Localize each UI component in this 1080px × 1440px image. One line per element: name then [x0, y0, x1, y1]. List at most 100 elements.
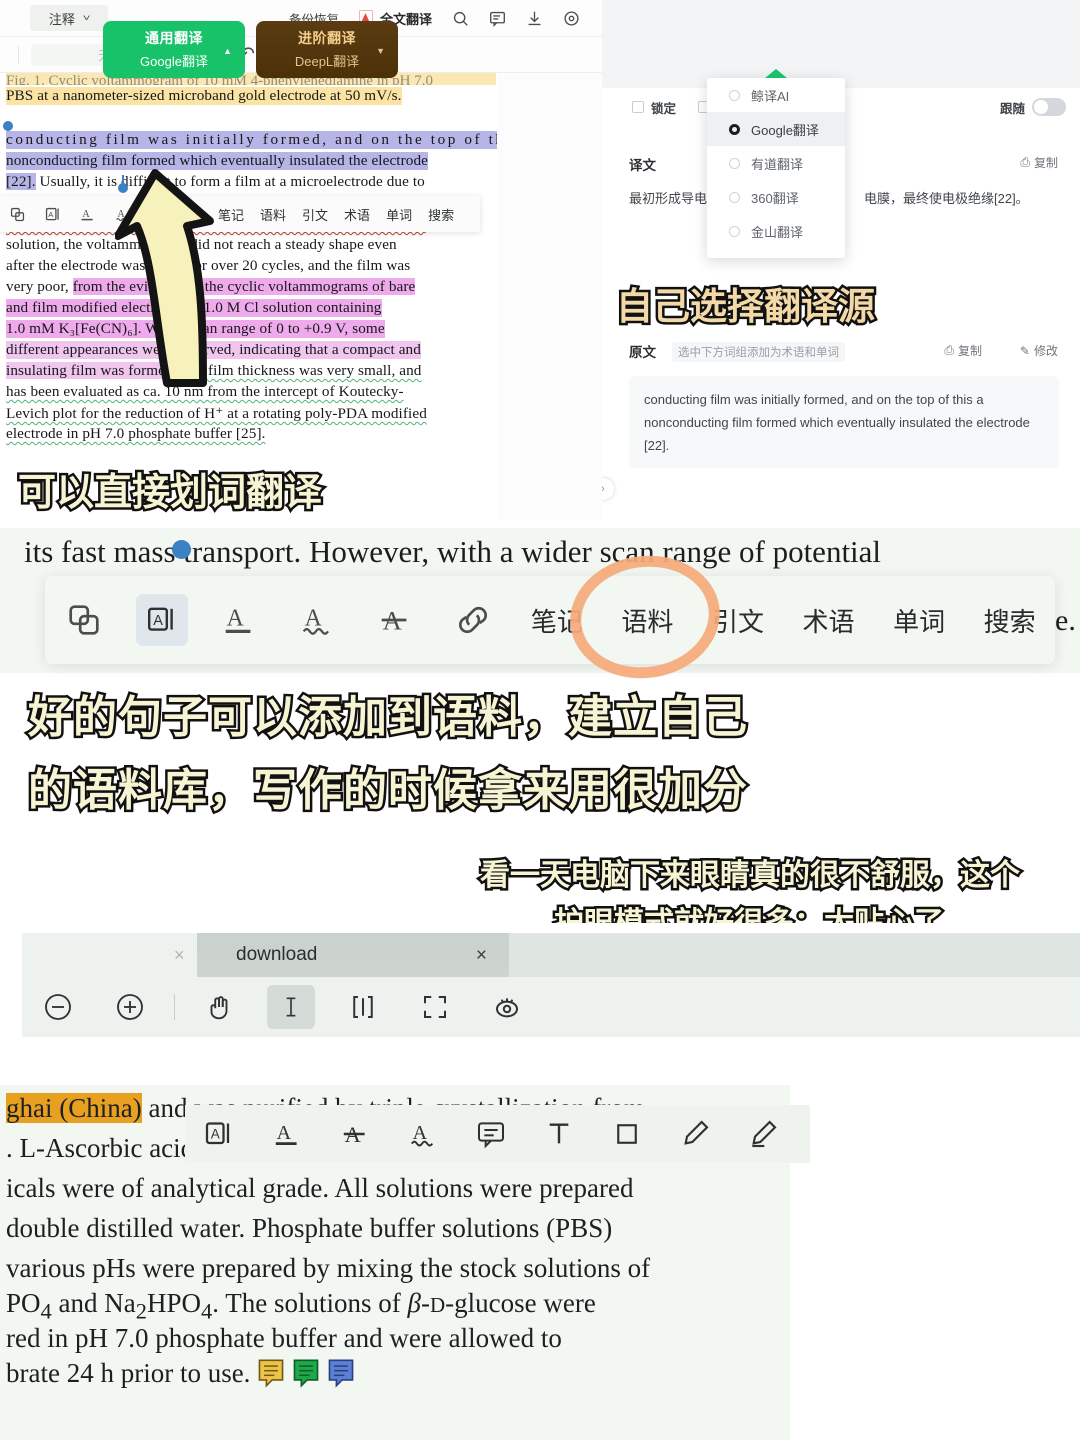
lock-checkbox[interactable] [632, 101, 644, 113]
engine-option-google[interactable]: Google翻译 [707, 112, 845, 146]
follow-label: 跟随 [999, 101, 1025, 116]
selection-label-search[interactable]: 搜索 [964, 602, 1055, 639]
selection-label-terminology[interactable]: 术语 [783, 602, 874, 639]
annotation-mode-label: 注释 [48, 11, 75, 27]
translate-icon[interactable]: A [35, 206, 70, 223]
download-icon[interactable] [526, 10, 543, 27]
close-icon[interactable]: × [476, 945, 487, 967]
follow-toggle[interactable] [1032, 98, 1066, 116]
radio-icon [729, 89, 740, 101]
settings-icon[interactable] [563, 10, 580, 27]
annotation-mode-select[interactable]: 注释 ˅ [30, 5, 108, 31]
chevron-down-icon: ▼ [376, 46, 385, 56]
close-icon[interactable]: × [174, 945, 185, 966]
comment-marker-yellow[interactable] [257, 1358, 285, 1388]
strikethrough-icon[interactable]: A [356, 601, 434, 639]
page-split-icon[interactable] [327, 992, 399, 1022]
doc-line: PBS at a nanometer-sized microband gold … [6, 87, 402, 105]
engine-option-jingyi[interactable]: 鲸译AI [707, 78, 845, 112]
doc-line: various pHs were prepared by mixing the … [6, 1253, 651, 1283]
doc-line: electrode in pH 7.0 phosphate buffer [25… [6, 425, 266, 442]
underline-icon[interactable]: A [201, 601, 279, 639]
svg-text:A: A [48, 210, 54, 219]
radio-icon [729, 225, 740, 237]
fullscreen-icon[interactable] [399, 992, 471, 1022]
source-line-1: conducting film was initially formed, an… [644, 392, 984, 407]
zoom-out-icon[interactable] [22, 991, 94, 1023]
selection-label-citation[interactable]: 引文 [294, 205, 336, 224]
engine-option-jinshan[interactable]: 金山翻译 [707, 214, 845, 248]
hand-icon[interactable] [183, 992, 255, 1022]
svg-text:A: A [227, 606, 244, 632]
selection-toolbar-top[interactable]: A A A A 笔记 语料 引文 术语 单词 搜索 [0, 196, 480, 232]
selection-label-terminology[interactable]: 术语 [336, 205, 378, 224]
caption-inline-translate: 可以直接划词翻译 [15, 468, 324, 517]
tab-title: download [236, 944, 318, 965]
selection-label-search[interactable]: 搜索 [420, 205, 462, 224]
source-text-box[interactable]: conducting film was initially formed, an… [629, 376, 1059, 468]
source-edit-button[interactable]: ✎ 修改 [1020, 342, 1058, 359]
engine-option-youdao[interactable]: 有道翻译 [707, 146, 845, 180]
source-hint[interactable]: 选中下方词组添加为术语和单词 [672, 342, 845, 362]
radio-icon [729, 191, 740, 203]
advanced-translate-button[interactable]: 进阶翻译 DeepL翻译 ▼ [256, 21, 398, 78]
copy-icon[interactable] [0, 206, 35, 223]
underline-icon[interactable]: A [70, 206, 105, 223]
wavy-underline-icon[interactable]: A [389, 1118, 457, 1150]
caption-eyecare-line1: 看一天电脑下来眼睛真的很不舒服，这个 [478, 856, 1023, 896]
selection-handle[interactable] [172, 540, 191, 559]
selection-label-word[interactable]: 单词 [874, 602, 965, 639]
strikethrough-icon[interactable]: A [321, 1118, 389, 1150]
translation-copy-button[interactable]: ⎙ 复制 [1020, 154, 1058, 171]
doc-line: red in pH 7.0 phosphate buffer and were … [6, 1323, 562, 1353]
comment-icon[interactable] [489, 10, 506, 27]
doc-line: brate 24 h prior to use. [6, 1358, 355, 1389]
panel-collapse-handle[interactable]: › [602, 478, 614, 500]
chevron-down-icon: ˅ [82, 13, 91, 23]
translate-icon-active[interactable]: A [123, 594, 201, 646]
pen-icon[interactable] [661, 1118, 729, 1150]
source-copy-label: 复制 [957, 344, 982, 358]
tab-inactive[interactable]: × [22, 933, 197, 977]
selection-label-word[interactable]: 单词 [378, 205, 420, 224]
rectangle-icon[interactable] [593, 1119, 661, 1149]
lock-option[interactable]: 锁定 [632, 98, 676, 117]
caption-eyecare-line2: 护眼模式就好很多；太贴心了 [552, 898, 947, 924]
comment-marker-green[interactable] [292, 1358, 320, 1388]
annotate-toolbar: A A A A [185, 1105, 810, 1163]
svg-text:A: A [211, 1127, 220, 1142]
text-select-icon[interactable] [255, 985, 327, 1029]
engine-option-label: 金山翻译 [751, 224, 804, 240]
comment-icon[interactable] [457, 1118, 525, 1150]
selection-handle-start[interactable] [3, 121, 13, 139]
link-icon[interactable] [434, 601, 512, 639]
translate-engine-menu[interactable]: 鲸译AI Google翻译 有道翻译 360翻译 金山翻译 [707, 69, 845, 258]
svg-text:A: A [82, 209, 90, 220]
doc-line: its fast mass transport. However, with a… [24, 534, 882, 569]
translate-icon[interactable]: A [185, 1119, 253, 1149]
doc-line: icals were of analytical grade. All solu… [6, 1173, 634, 1203]
engine-option-360[interactable]: 360翻译 [707, 180, 845, 214]
comment-marker-blue[interactable] [327, 1358, 355, 1388]
search-icon[interactable] [452, 10, 469, 27]
source-copy-button[interactable]: ⎙ 复制 [944, 342, 982, 359]
selection-label-corpus[interactable]: 语料 [252, 205, 294, 224]
copy-icon[interactable] [45, 601, 123, 639]
follow-option[interactable]: 跟随 [1000, 98, 1066, 117]
tab-download[interactable]: download × [197, 933, 509, 977]
copy-icon: ⎙ [944, 343, 954, 357]
engine-option-label: Google翻译 [751, 122, 819, 138]
wavy-underline-icon[interactable]: A [278, 601, 356, 639]
eye-care-icon[interactable] [471, 991, 543, 1023]
selection-toolbar-middle[interactable]: A A A A 笔记 语料 引文 术语 单词 搜索 [45, 576, 1055, 664]
highlighter-icon[interactable] [729, 1118, 797, 1150]
caption-corpus-line1: 好的句子可以添加到语料，建立自己 [26, 690, 750, 746]
source-edit-label: 修改 [1033, 344, 1058, 358]
zoom-in-icon[interactable] [94, 991, 166, 1023]
radio-icon-selected [729, 123, 740, 135]
underline-icon[interactable]: A [253, 1118, 321, 1150]
chevron-up-icon: ▲ [223, 46, 232, 56]
general-translate-button[interactable]: 通用翻译 Google翻译 ▲ [103, 21, 245, 78]
pdf-reader-left-pane: 注释 ˅ 备份恢复 全文翻译 ↶ Fig. 1. Cyclic voltammo… [0, 0, 602, 520]
text-icon[interactable] [525, 1118, 593, 1150]
